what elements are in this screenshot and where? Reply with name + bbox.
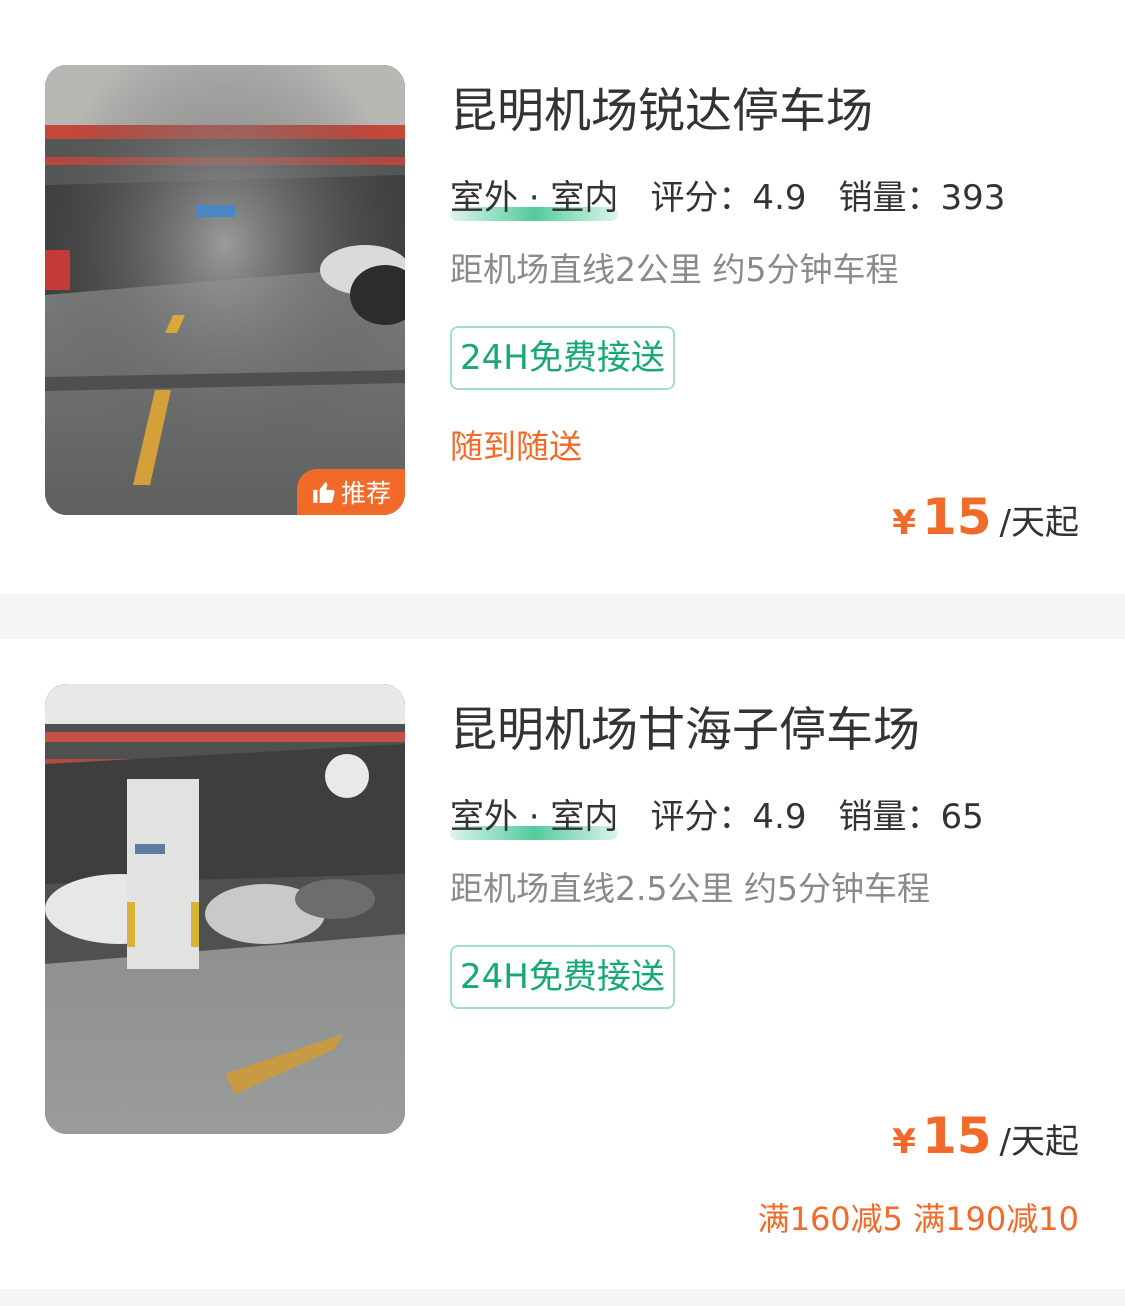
price: ¥ 15 /天起 — [892, 488, 1079, 546]
parking-lot-name[interactable]: 昆明机场锐达停车场 — [450, 72, 873, 141]
distance-text: 距机场直线2.5公里 约5分钟车程 — [450, 869, 930, 908]
sales-text: 销量：65 — [838, 797, 984, 837]
card-divider — [0, 594, 1125, 639]
lot-type-tag: 室外 · 室内 — [450, 170, 650, 221]
rating-text: 评分：4.9 — [650, 797, 807, 837]
rating-text: 评分：4.9 — [650, 178, 807, 218]
parking-lot-photo[interactable]: 推荐 — [45, 65, 405, 515]
price-unit: /天起 — [999, 1122, 1079, 1162]
parking-garage-image — [45, 684, 405, 1134]
parking-card-1[interactable]: 推荐 昆明机场锐达停车场 室外 · 室内 评分：4.9 销量：393 距机场直线… — [0, 0, 1125, 594]
parking-lot-meta: 室外 · 室内 评分：4.9 销量：393 — [450, 170, 1006, 221]
lot-type-label: 室外 · 室内 — [450, 178, 619, 218]
price-unit: /天起 — [999, 503, 1079, 543]
card-divider — [0, 1289, 1125, 1306]
lot-type-label: 室外 · 室内 — [450, 797, 619, 837]
parking-card-2[interactable]: 昆明机场甘海子停车场 室外 · 室内 评分：4.9 销量：65 距机场直线2.5… — [0, 639, 1125, 1289]
recommend-badge: 推荐 — [297, 469, 405, 515]
distance-text: 距机场直线2公里 约5分钟车程 — [450, 250, 899, 289]
parking-garage-image — [45, 65, 405, 515]
free-shuttle-tag: 24H免费接送 — [450, 326, 675, 390]
price: ¥ 15 /天起 — [892, 1107, 1079, 1165]
price-currency: ¥ — [892, 503, 916, 543]
parking-lot-meta: 室外 · 室内 评分：4.9 销量：65 — [450, 789, 984, 840]
parking-lot-photo[interactable] — [45, 684, 405, 1134]
recommend-badge-label: 推荐 — [340, 479, 391, 508]
lot-type-tag: 室外 · 室内 — [450, 789, 650, 840]
free-shuttle-tag: 24H免费接送 — [450, 945, 675, 1009]
price-value: 15 — [921, 488, 992, 546]
price-value: 15 — [921, 1107, 992, 1165]
thumbs-up-icon — [313, 482, 335, 503]
price-currency: ¥ — [892, 1122, 916, 1162]
feature-text: 随到随送 — [450, 427, 582, 466]
discount-text: 满160减5 满190减10 — [757, 1200, 1079, 1238]
sales-text: 销量：393 — [838, 178, 1006, 218]
parking-lot-name[interactable]: 昆明机场甘海子停车场 — [450, 691, 920, 760]
